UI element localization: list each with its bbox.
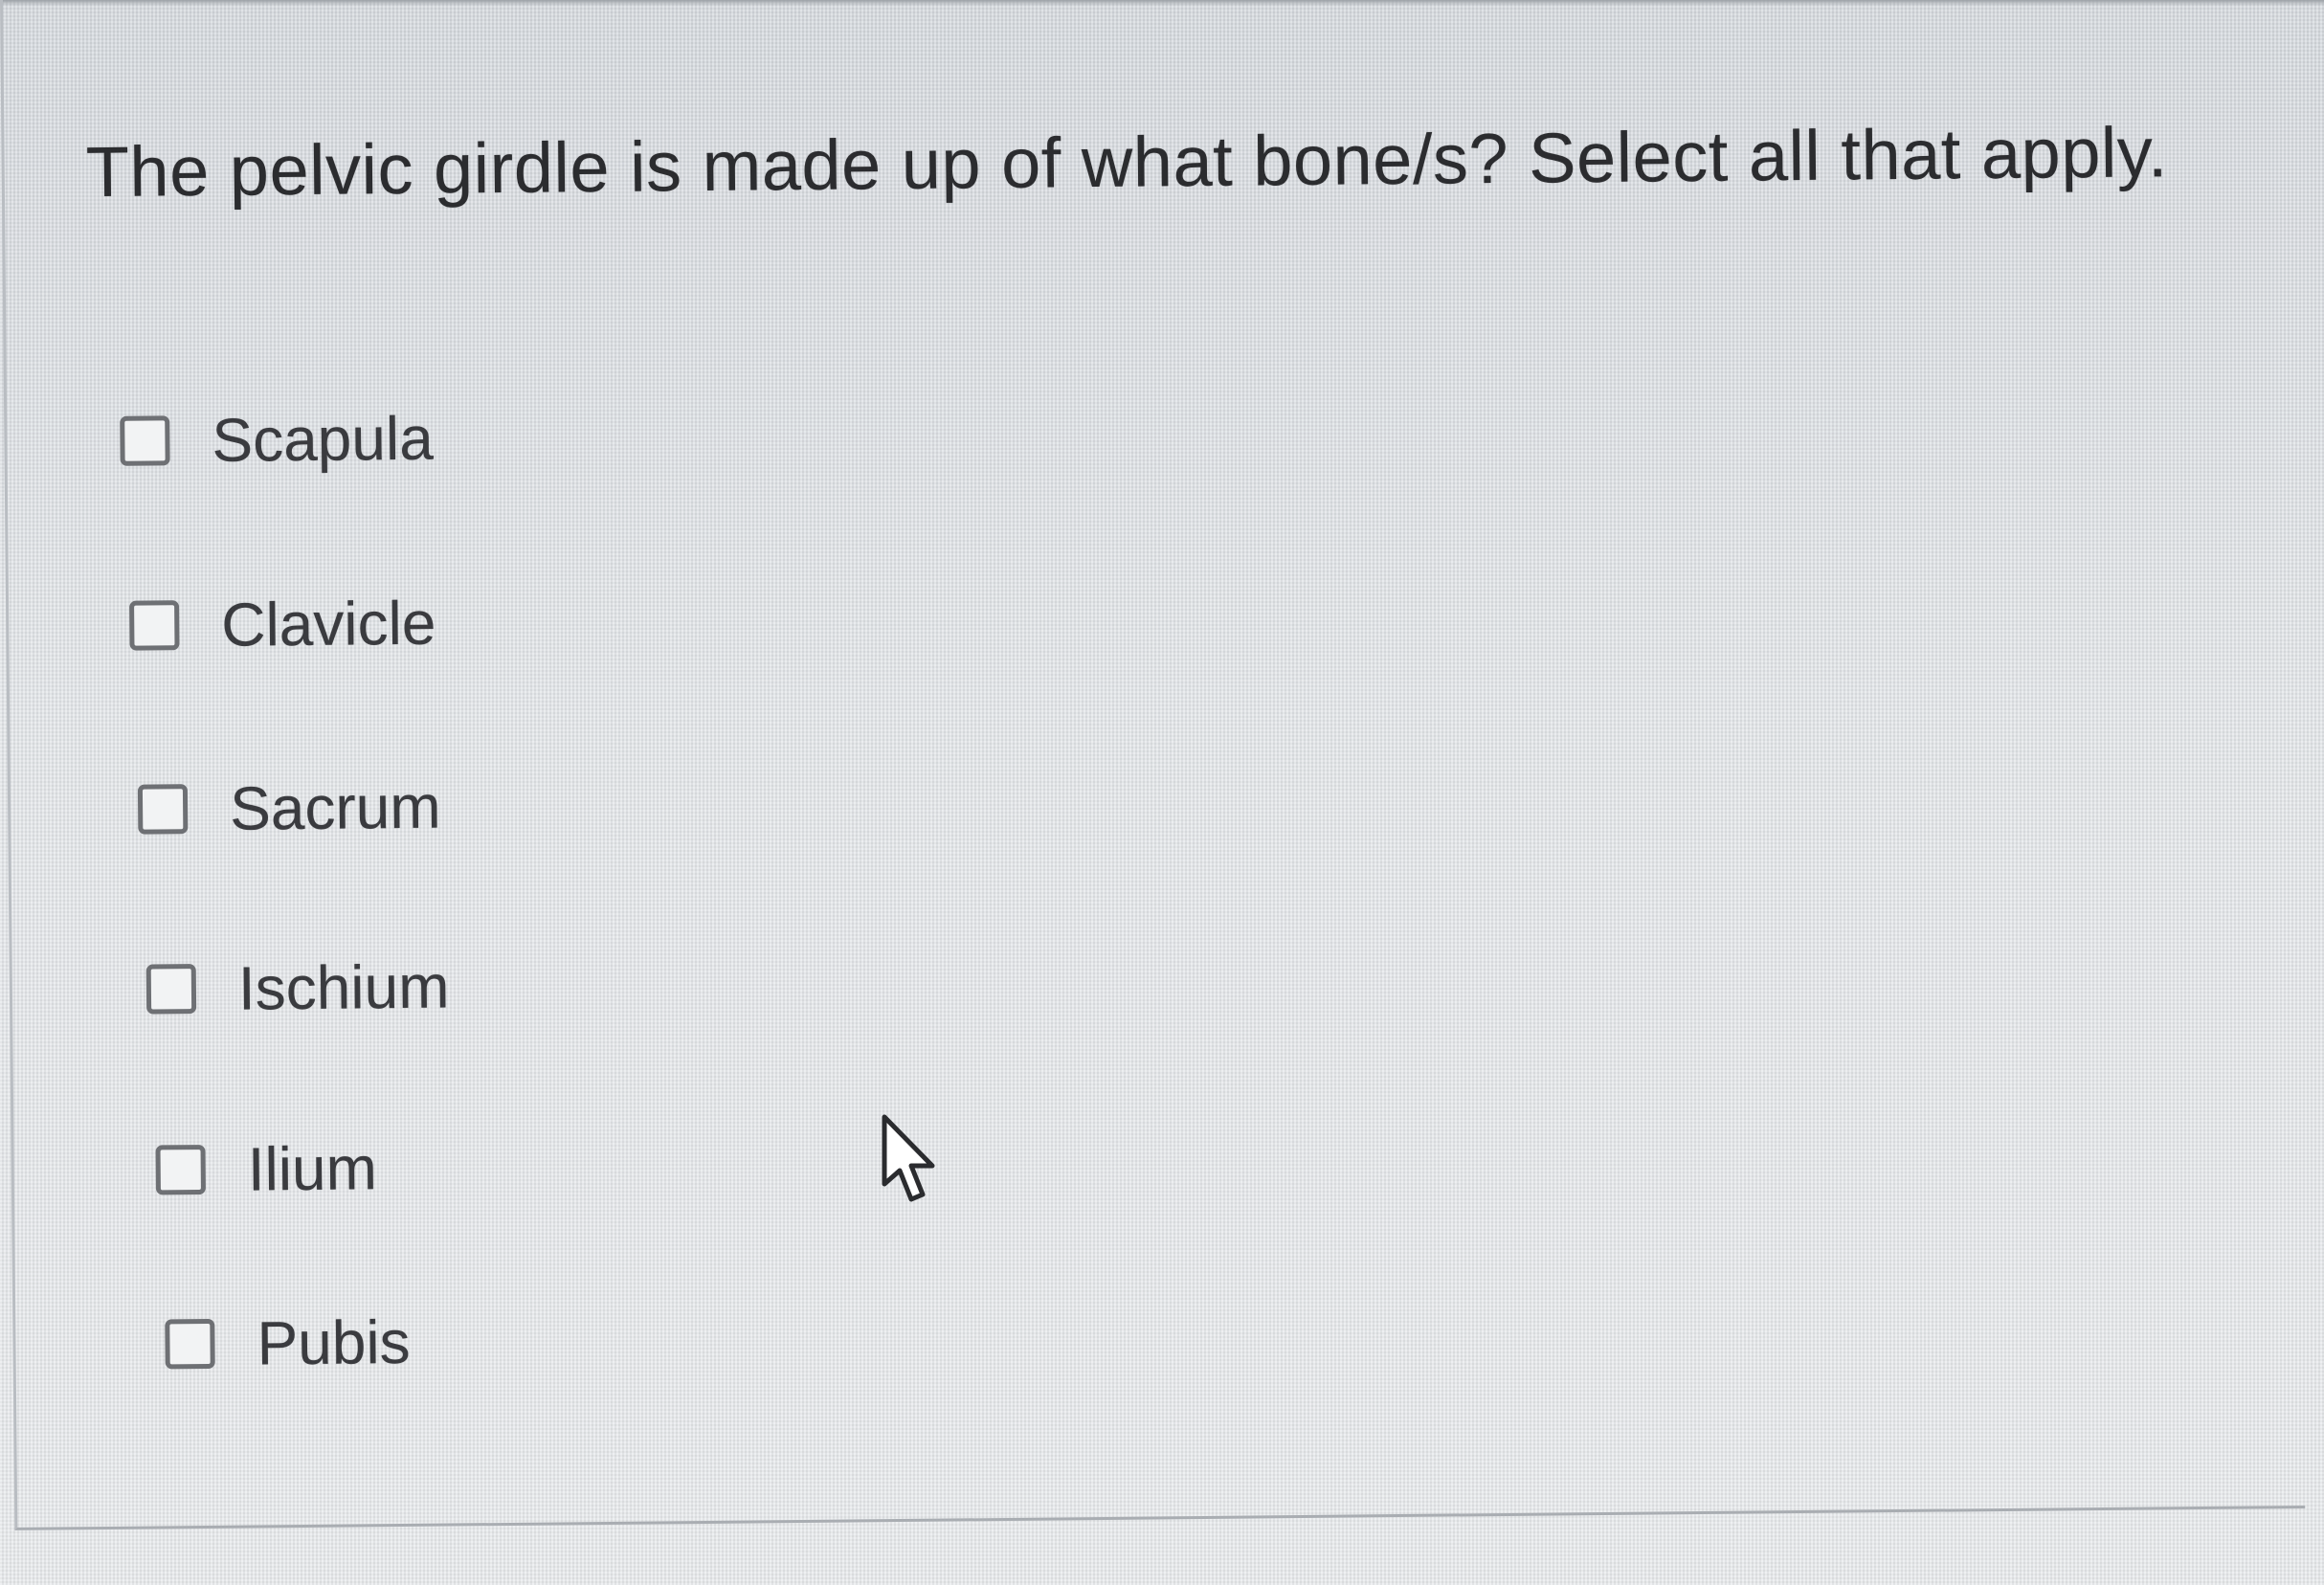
option-label-scapula: Scapula (212, 403, 435, 475)
screen: The pelvic girdle is made up of what bon… (0, 0, 2324, 1585)
checkbox-clavicle[interactable] (129, 600, 180, 651)
option-ischium[interactable]: Ischium (145, 949, 450, 1028)
question-text: The pelvic girdle is made up of what bon… (85, 112, 2169, 212)
question-card: The pelvic girdle is made up of what bon… (0, 0, 2306, 1530)
option-label-clavicle: Clavicle (220, 588, 436, 659)
option-label-pubis: Pubis (257, 1306, 411, 1378)
option-label-ischium: Ischium (237, 951, 450, 1023)
checkbox-scapula[interactable] (120, 415, 170, 466)
option-ilium[interactable]: Ilium (155, 1129, 377, 1208)
checkbox-sacrum[interactable] (137, 784, 189, 835)
option-label-ilium: Ilium (247, 1133, 378, 1204)
option-sacrum[interactable]: Sacrum (137, 769, 441, 848)
checkbox-ilium[interactable] (155, 1144, 206, 1195)
option-clavicle[interactable]: Clavicle (129, 585, 436, 664)
checkbox-pubis[interactable] (165, 1318, 215, 1370)
option-label-sacrum: Sacrum (229, 771, 441, 843)
mouse-pointer-icon (882, 1114, 935, 1202)
option-pubis[interactable]: Pubis (165, 1304, 411, 1382)
option-scapula[interactable]: Scapula (120, 400, 434, 480)
checkbox-ischium[interactable] (145, 964, 197, 1015)
